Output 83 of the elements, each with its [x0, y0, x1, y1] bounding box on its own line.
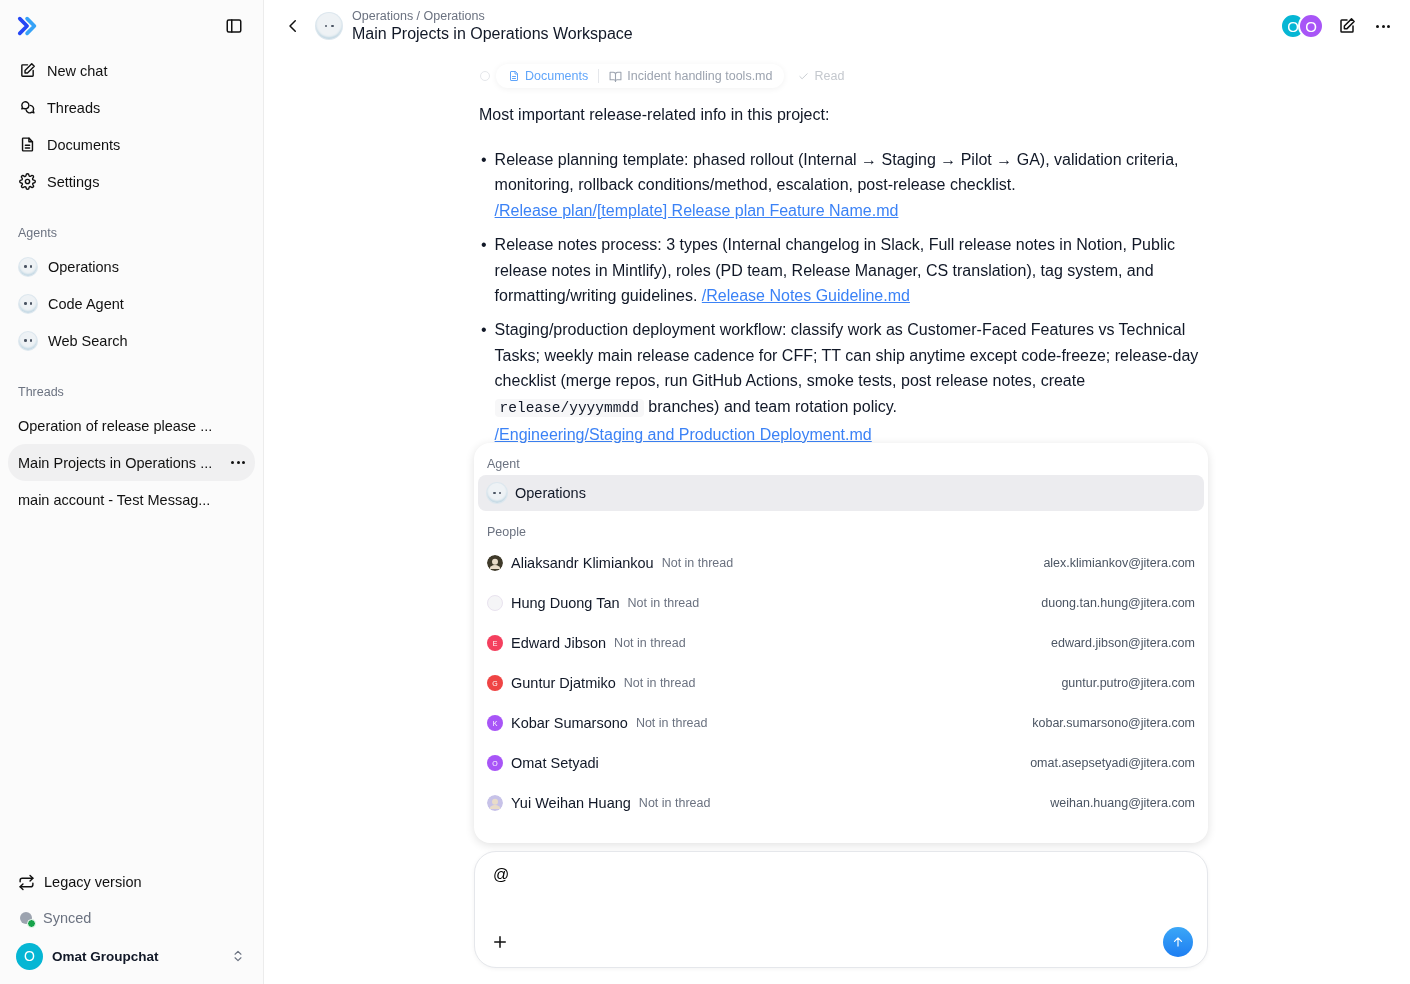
section-heading: Threads: [17, 385, 65, 399]
person-name: Aliaksandr Klimiankou: [511, 555, 654, 571]
person-name: Hung Duong Tan: [511, 595, 620, 611]
membership-status: Not in thread: [614, 636, 686, 650]
edit-icon: [1338, 17, 1356, 35]
section-heading: Agent: [486, 456, 521, 473]
read-status: Read: [798, 69, 845, 83]
person-email: kobar.sumarsono@jitera.com: [1032, 716, 1195, 730]
agent-option[interactable]: Operations: [478, 475, 1204, 511]
edit-icon: [19, 62, 36, 79]
person-email: guntur.putro@jitera.com: [1061, 676, 1195, 690]
person-email: omat.asepsetyadi@jitera.com: [1030, 756, 1195, 770]
nav-item[interactable]: Documents: [8, 126, 255, 163]
bot-avatar-icon: [316, 13, 342, 39]
person-name: Omat Setyadi: [511, 755, 599, 771]
person-email: alex.klimiankov@jitera.com: [1043, 556, 1195, 570]
thread-item[interactable]: main account - Test Messag...: [8, 481, 255, 518]
check-icon: [798, 70, 810, 82]
bot-avatar-icon: [19, 331, 37, 350]
chat-bubbles-icon: [19, 99, 36, 116]
user-name: Omat Groupchat: [52, 948, 160, 964]
document-icon: [19, 136, 36, 153]
inline-code: release/yyyymmdd: [494, 399, 644, 418]
logo-icon: [17, 15, 39, 37]
participant-avatar: O: [1298, 13, 1324, 39]
bullet-text: Staging/production deployment workflow: classify work as Customer-Faced Features vs Technical Tasks; weekly main release cadence for CFF; TT can ship anytime except code-freeze; release-day checklist (merge repos, run GitHub Actions, smoke tests, post release notes, create release/yyyymmdd branches) and team rotation policy. /Engineering/Staging and Production Deployment.md: [494, 319, 1200, 445]
person-avatar: [487, 595, 503, 611]
person-option[interactable]: Aliaksandr Klimiankou Not in thread alex.klimiankov@jitera.com: [478, 543, 1204, 583]
person-name: Edward Jibson: [511, 635, 607, 651]
account-switcher[interactable]: O Omat Groupchat: [8, 936, 255, 976]
swap-arrows-icon: [18, 873, 35, 891]
bot-avatar-icon: [19, 294, 37, 313]
thread-title: Main Projects in Operations Workspace: [352, 25, 634, 43]
arrow-up-icon: [1171, 935, 1185, 949]
add-button[interactable]: [491, 933, 509, 951]
bot-avatar-icon: [19, 257, 37, 276]
bullet-marker: •: [481, 149, 487, 170]
bullet-marker: •: [481, 234, 487, 255]
membership-status: Not in thread: [661, 556, 734, 570]
document-link[interactable]: /Release Notes Guideline.md: [701, 287, 910, 305]
document-link[interactable]: /Engineering/Staging and Production Deployment.md: [494, 425, 872, 443]
settings-icon: [19, 173, 36, 190]
book-icon: [609, 69, 623, 83]
person-name: Yui Weihan Huang: [511, 795, 631, 811]
document-link[interactable]: /Release plan/[template] Release plan Feature Name.md: [494, 202, 899, 220]
thread-item[interactable]: Operation of release please ...: [8, 407, 255, 444]
nav-item[interactable]: New chat: [8, 52, 255, 89]
agent-item[interactable]: Web Search: [8, 322, 255, 359]
section-heading: Agents: [17, 226, 58, 240]
person-email: weihan.huang@jitera.com: [1050, 796, 1195, 810]
person-name: Kobar Sumarsono: [511, 715, 628, 731]
document-icon: [508, 70, 520, 82]
bullet-text: Release notes process: 3 types (Internal changelog in Slack, Full release notes in Notion, Public release notes in Mintlify), roles (PD team, Release Manager, CS translation), tag system, and formatting/writing guidelines. /Release Notes Guideline.md: [494, 234, 1176, 307]
membership-status: Not in thread: [623, 676, 696, 690]
send-button[interactable]: [1163, 927, 1193, 957]
person-email: duong.tan.hung@jitera.com: [1041, 596, 1195, 610]
user-avatar: O: [16, 942, 43, 970]
section-heading: People: [486, 524, 527, 541]
membership-status: Not in thread: [635, 716, 708, 730]
person-email: edward.jibson@jitera.com: [1051, 636, 1195, 650]
membership-status: Not in thread: [627, 596, 700, 610]
nav-item[interactable]: Threads: [8, 89, 255, 126]
legacy-version-link[interactable]: Legacy version: [8, 864, 255, 900]
message-text: Most important release-related info in this project:: [479, 105, 831, 125]
thread-item[interactable]: Main Projects in Operations ...: [8, 444, 255, 481]
membership-status: Not in thread: [638, 796, 711, 810]
file-name: Incident handling tools.md: [609, 69, 773, 83]
source-label: Documents: [508, 69, 589, 83]
bullet-text: Release planning template: phased rollout (Internal → Staging → Pilot → GA), validation criteria, monitoring, rollback conditions/method, escalation, post-release checklist. /Release plan/[template] Release plan Feature Name.md: [494, 149, 1180, 222]
bullet-marker: •: [481, 319, 487, 340]
bot-avatar-icon: [487, 483, 507, 503]
person-option[interactable]: Yui Weihan Huang Not in thread weihan.huang@jitera.com: [478, 783, 1204, 823]
person-name: Guntur Djatmiko: [511, 675, 616, 691]
plus-icon: [491, 933, 509, 951]
person-option[interactable]: Hung Duong Tan Not in thread duong.tan.hung@jitera.com: [478, 583, 1204, 623]
sync-status: Synced: [43, 910, 92, 926]
sync-status-icon: [18, 910, 34, 926]
agent-item[interactable]: Code Agent: [8, 285, 255, 322]
sidebar-panel-icon: [225, 17, 243, 35]
agent-item[interactable]: Operations: [8, 248, 255, 285]
breadcrumb: Operations / Operations: [352, 9, 486, 23]
nav-item[interactable]: Settings: [8, 163, 255, 200]
message-input[interactable]: @: [493, 864, 1193, 886]
